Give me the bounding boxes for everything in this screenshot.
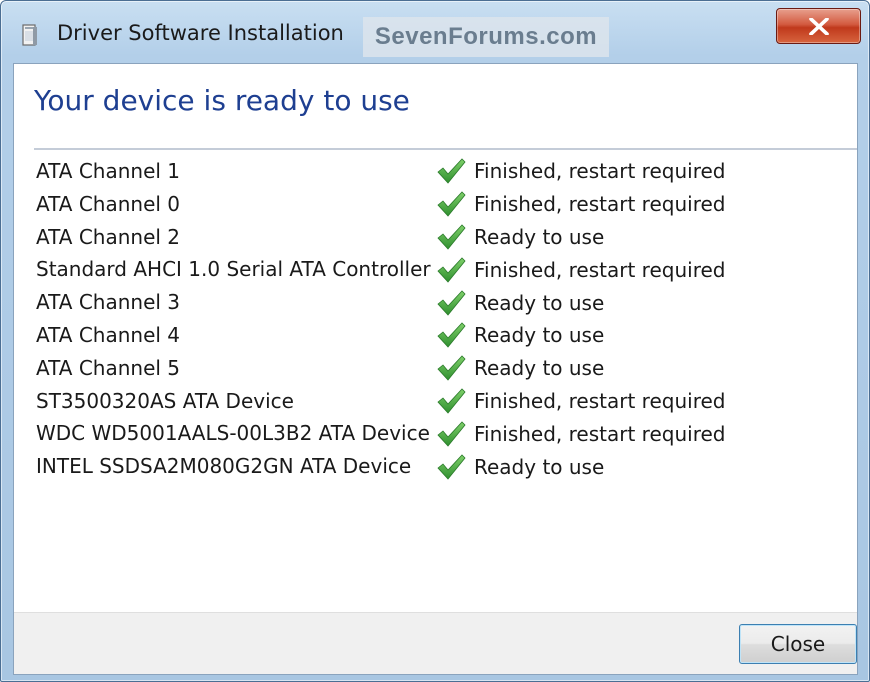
green-checkmark-icon [436, 223, 466, 251]
device-name: INTEL SSDSA2M080G2GN ATA Device [36, 454, 412, 479]
device-list: ATA Channel 1 Finished, restart required… [36, 155, 836, 483]
device-name: ATA Channel 5 [36, 355, 181, 380]
divider [34, 148, 857, 150]
device-status: Finished, restart required [436, 253, 725, 286]
device-name: ATA Channel 0 [36, 191, 181, 216]
title-bar[interactable]: Driver Software Installation SevenForums… [1, 1, 869, 63]
status-text: Ready to use [474, 290, 605, 315]
device-status: Ready to use [436, 450, 604, 483]
device-name: ATA Channel 2 [36, 224, 181, 249]
green-checkmark-icon [436, 453, 466, 481]
device-status: Finished, restart required [436, 385, 725, 418]
green-checkmark-icon [436, 157, 466, 185]
device-name: ST3500320AS ATA Device [36, 388, 294, 413]
driver-package-icon [21, 23, 39, 47]
green-checkmark-icon [436, 289, 466, 317]
green-checkmark-icon [436, 420, 466, 448]
list-item: ATA Channel 3 Ready to use [36, 286, 836, 319]
status-text: Finished, restart required [474, 257, 726, 282]
list-item: ATA Channel 0 Finished, restart required [36, 188, 836, 221]
window-title: Driver Software Installation [57, 21, 344, 45]
status-text: Finished, restart required [474, 192, 726, 217]
device-status: Ready to use [436, 319, 604, 352]
green-checkmark-icon [436, 387, 466, 415]
list-item: ST3500320AS ATA Device Finished, restart… [36, 385, 836, 418]
device-status: Ready to use [436, 352, 604, 385]
status-text: Finished, restart required [474, 159, 726, 184]
green-checkmark-icon [436, 190, 466, 218]
device-status: Finished, restart required [436, 155, 725, 188]
device-name: Standard AHCI 1.0 Serial ATA Controller [36, 257, 431, 282]
device-status: Finished, restart required [436, 188, 725, 221]
green-checkmark-icon [436, 354, 466, 382]
device-name: ATA Channel 1 [36, 159, 181, 183]
device-status: Ready to use [436, 286, 604, 319]
status-text: Finished, restart required [474, 388, 726, 413]
dialog-content: Your device is ready to use ATA Channel … [13, 63, 858, 675]
status-text: Ready to use [474, 224, 605, 249]
page-title: Your device is ready to use [34, 84, 410, 117]
status-text: Ready to use [474, 356, 605, 381]
dialog-footer: Close [14, 612, 857, 674]
list-item: ATA Channel 5 Ready to use [36, 352, 836, 385]
title-close-button[interactable] [776, 8, 861, 44]
green-checkmark-icon [436, 321, 466, 349]
list-item: ATA Channel 2 Ready to use [36, 221, 836, 254]
list-item: INTEL SSDSA2M080G2GN ATA Device Ready to… [36, 450, 836, 483]
green-checkmark-icon [436, 256, 466, 284]
close-button[interactable]: Close [739, 624, 857, 664]
device-name: WDC WD5001AALS-00L3B2 ATA Device [36, 421, 430, 446]
list-item: ATA Channel 4 Ready to use [36, 319, 836, 352]
status-text: Ready to use [474, 323, 605, 348]
status-text: Ready to use [474, 454, 605, 479]
watermark: SevenForums.com [363, 17, 609, 57]
status-text: Finished, restart required [474, 421, 726, 446]
list-item: ATA Channel 1 Finished, restart required [36, 155, 836, 188]
device-status: Ready to use [436, 221, 604, 254]
device-name: ATA Channel 3 [36, 290, 181, 315]
device-status: Finished, restart required [436, 417, 725, 450]
device-name: ATA Channel 4 [36, 322, 181, 347]
list-item: WDC WD5001AALS-00L3B2 ATA Device Finishe… [36, 417, 836, 450]
driver-installation-window: Driver Software Installation SevenForums… [0, 0, 870, 682]
list-item: Standard AHCI 1.0 Serial ATA Controller … [36, 253, 836, 286]
